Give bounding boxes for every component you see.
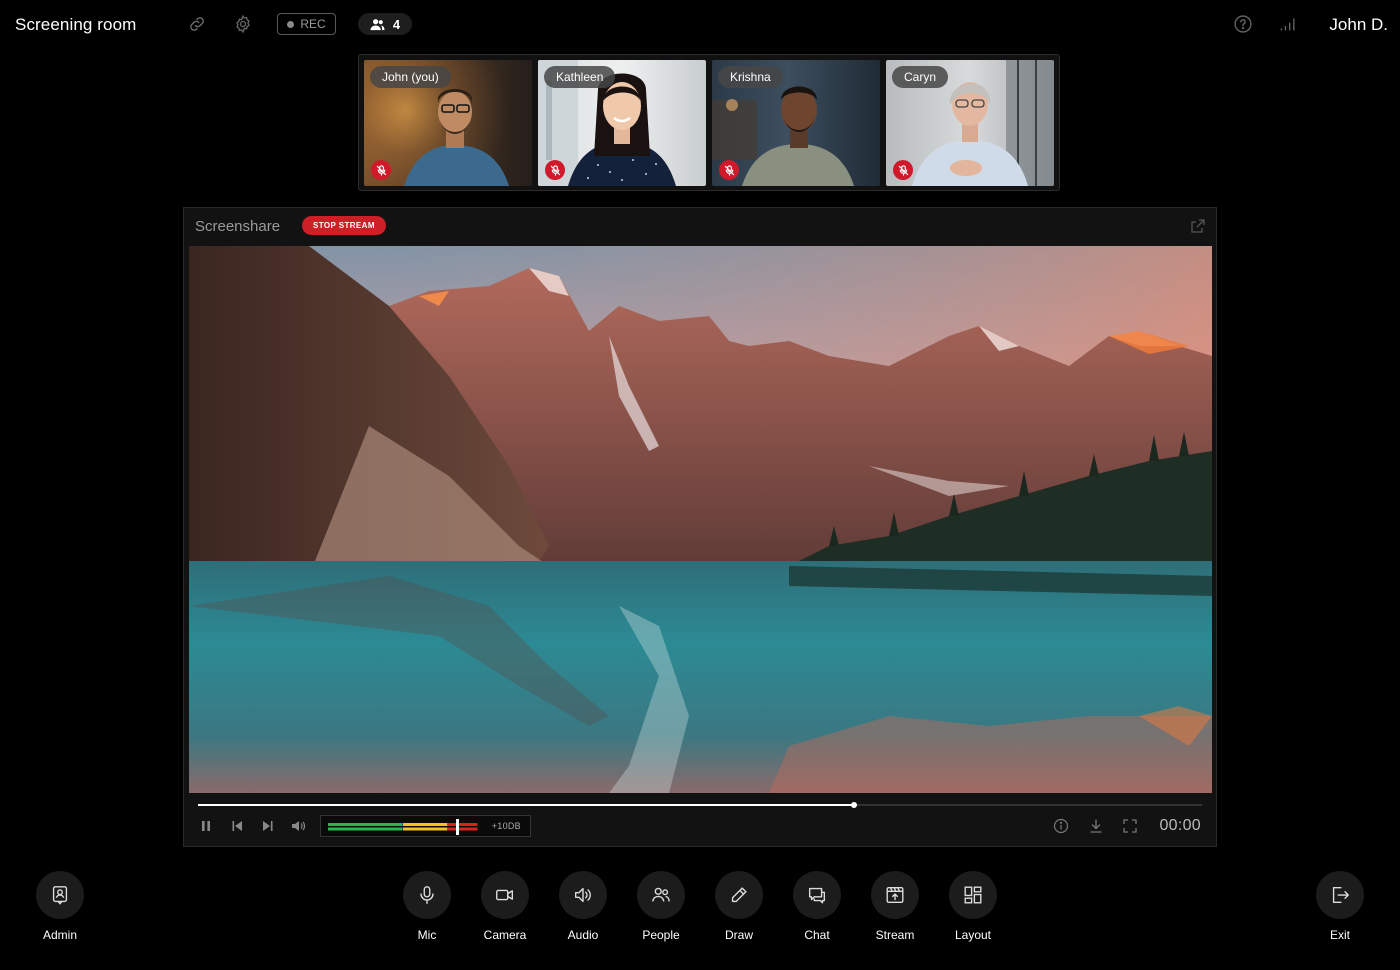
- participant-name: Krishna: [718, 66, 783, 88]
- exit-label: Exit: [1329, 928, 1350, 942]
- scrubber-progress: [198, 804, 854, 806]
- download-button[interactable]: [1087, 817, 1105, 835]
- pause-icon: [202, 821, 210, 831]
- info-button[interactable]: [1052, 817, 1070, 835]
- audio-level-meter[interactable]: +10DB: [320, 815, 531, 837]
- stream-button[interactable]: Stream: [855, 871, 935, 942]
- participant-tile[interactable]: John (you): [364, 60, 532, 186]
- admin-label: Admin: [42, 928, 77, 942]
- layout-button[interactable]: Layout: [933, 871, 1013, 942]
- stream-icon: [886, 886, 904, 904]
- meter-segment: [403, 827, 448, 831]
- participant-name: Caryn: [892, 66, 949, 88]
- participant-name: Kathleen: [544, 66, 616, 88]
- gain-handle[interactable]: [455, 819, 459, 835]
- stream-video[interactable]: [189, 246, 1212, 793]
- camera-button[interactable]: Camera: [465, 871, 545, 942]
- speaker-icon: [574, 887, 591, 903]
- exit-button[interactable]: Exit: [1300, 871, 1380, 942]
- meter-segment: [403, 823, 448, 826]
- step-forward-icon: [263, 821, 273, 831]
- layout-label: Layout: [954, 928, 992, 942]
- record-button[interactable]: REC: [277, 13, 336, 35]
- scrubber-handle[interactable]: [850, 802, 857, 808]
- mountain-lake-image: [189, 246, 1212, 793]
- top-bar: Screening room REC 4 John D.: [0, 0, 1400, 50]
- record-dot-icon: [287, 20, 295, 28]
- mic-muted-icon: [719, 160, 739, 180]
- download-icon: [1090, 819, 1102, 833]
- gain-label: +10DB: [491, 821, 521, 831]
- gear-icon[interactable]: [231, 12, 255, 36]
- mic-muted-icon: [893, 160, 913, 180]
- draw-label: Draw: [724, 928, 753, 942]
- participant-count-button[interactable]: 4: [358, 13, 412, 35]
- mic-muted-icon: [371, 160, 391, 180]
- participant-tile[interactable]: Caryn: [886, 60, 1054, 186]
- audio-label: Audio: [567, 928, 599, 942]
- camera-label: Camera: [483, 928, 527, 942]
- fullscreen-icon: [1123, 819, 1137, 833]
- timecode: 00:00: [1159, 817, 1201, 834]
- signal-icon: [1276, 12, 1300, 36]
- popout-icon[interactable]: [1190, 218, 1206, 234]
- fullscreen-button[interactable]: [1121, 817, 1139, 835]
- admin-button[interactable]: Admin: [20, 871, 100, 942]
- chat-icon: [808, 887, 826, 904]
- step-forward-button[interactable]: [259, 817, 277, 835]
- meter-segment: [448, 827, 478, 831]
- admin-icon: [52, 886, 68, 905]
- people-button[interactable]: People: [621, 871, 701, 942]
- stop-stream-button[interactable]: STOP STREAM: [302, 216, 386, 235]
- layout-icon: [964, 886, 982, 904]
- screenshare-title: Screenshare: [195, 218, 281, 235]
- participant-name: John (you): [370, 66, 451, 88]
- chat-label: Chat: [804, 928, 830, 942]
- chat-button[interactable]: Chat: [777, 871, 857, 942]
- people-label: People: [642, 928, 680, 942]
- mic-icon: [420, 886, 434, 904]
- mic-label: Mic: [417, 928, 437, 942]
- meter-segment: [328, 823, 403, 826]
- meter-segment: [328, 827, 403, 831]
- participant-tile[interactable]: Krishna: [712, 60, 880, 186]
- draw-button[interactable]: Draw: [699, 871, 779, 942]
- mic-muted-icon: [545, 160, 565, 180]
- help-icon[interactable]: [1231, 12, 1255, 36]
- room-title: Screening room: [15, 15, 137, 34]
- participant-tile[interactable]: Kathleen: [538, 60, 706, 186]
- step-back-button[interactable]: [228, 817, 246, 835]
- meter-segment: [448, 823, 478, 826]
- playback-scrubber[interactable]: [198, 802, 1202, 808]
- audio-button[interactable]: Audio: [543, 871, 623, 942]
- people-icon: [652, 887, 670, 902]
- volume-icon: [292, 821, 306, 831]
- screenshare-panel: Screenshare STOP STREAM +10DB 00:00: [183, 207, 1217, 847]
- participant-strip: John (you) Kathleen Krishna Caryn: [358, 54, 1060, 191]
- user-name[interactable]: John D.: [1329, 15, 1388, 35]
- volume-button[interactable]: [289, 817, 307, 835]
- step-back-icon: [232, 821, 242, 831]
- people-icon: [370, 18, 385, 30]
- info-icon: [1053, 818, 1069, 834]
- pause-button[interactable]: [197, 817, 215, 835]
- pencil-icon: [731, 887, 747, 903]
- exit-icon: [1332, 886, 1349, 904]
- participant-count: 4: [392, 16, 401, 32]
- link-icon[interactable]: [185, 12, 209, 36]
- record-label: REC: [300, 17, 326, 31]
- camera-icon: [496, 889, 514, 901]
- mic-button[interactable]: Mic: [387, 871, 467, 942]
- stream-label: Stream: [875, 928, 915, 942]
